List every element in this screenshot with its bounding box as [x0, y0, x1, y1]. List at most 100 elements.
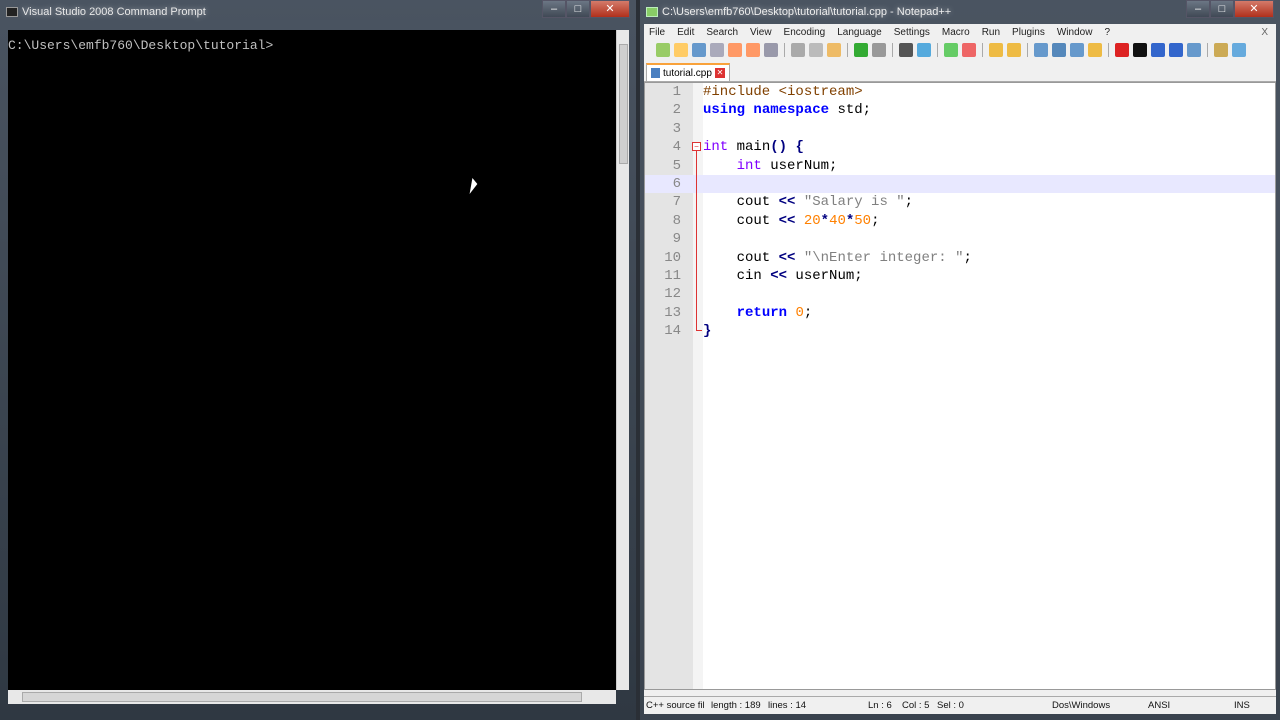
menu-macro[interactable]: Macro [942, 27, 970, 38]
toolbar-button-icon[interactable] [1007, 43, 1021, 57]
tab-tutorial-cpp[interactable]: tutorial.cpp ✕ [646, 63, 730, 81]
code-line[interactable]: 5 int userNum; [645, 157, 1275, 175]
menu-help[interactable]: ? [1104, 27, 1110, 38]
scroll-thumb[interactable] [619, 44, 628, 164]
menu-view[interactable]: View [750, 27, 772, 38]
code-line[interactable]: 7 cout << "Salary is "; [645, 193, 1275, 211]
toolbar-button-icon[interactable] [656, 43, 670, 57]
toolbar-button-icon[interactable] [728, 43, 742, 57]
code-line[interactable]: 9 [645, 230, 1275, 248]
menu-settings[interactable]: Settings [894, 27, 930, 38]
menu-bar: File Edit Search View Encoding Language Settin… [644, 24, 1276, 40]
toolbar-separator [847, 43, 848, 57]
code-line[interactable]: 13 return 0; [645, 304, 1275, 322]
menu-language[interactable]: Language [837, 27, 882, 38]
menu-file[interactable]: File [649, 27, 665, 38]
file-icon [651, 68, 660, 78]
toolbar-button-icon[interactable] [854, 43, 868, 57]
toolbar-button-icon[interactable] [944, 43, 958, 57]
code-text: cout << "Salary is "; [703, 193, 913, 211]
menu-window[interactable]: Window [1057, 27, 1093, 38]
toolbar-button-icon[interactable] [1187, 43, 1201, 57]
toolbar-button-icon[interactable] [917, 43, 931, 57]
code-line[interactable]: 8 cout << 20*40*50; [645, 212, 1275, 230]
code-line[interactable]: 2 using namespace std; [645, 101, 1275, 119]
cmd-title-bar[interactable]: Visual Studio 2008 Command Prompt – □ ✕ [0, 0, 636, 24]
menu-edit[interactable]: Edit [677, 27, 694, 38]
toolbar-button-icon[interactable] [692, 43, 706, 57]
toolbar-button-icon[interactable] [1232, 43, 1246, 57]
code-line[interactable]: 6 [645, 174, 1275, 194]
code-line[interactable]: 10 cout << "\nEnter integer: "; [645, 249, 1275, 267]
line-number: 3 [672, 120, 681, 137]
cmd-title: Visual Studio 2008 Command Prompt [22, 6, 206, 18]
line-number: 12 [664, 286, 681, 303]
toolbar-separator [982, 43, 983, 57]
toolbar-button-icon[interactable] [1133, 43, 1147, 57]
status-ln: Ln : 6 [868, 700, 892, 711]
close-tab-icon[interactable]: ✕ [714, 68, 725, 78]
minimize-button[interactable]: – [1186, 0, 1210, 18]
toolbar-button-icon[interactable] [1088, 43, 1102, 57]
code-text: cout << 20*40*50; [703, 212, 880, 230]
toolbar-button-icon[interactable] [1070, 43, 1084, 57]
toolbar-button-icon[interactable] [1052, 43, 1066, 57]
vertical-scrollbar[interactable] [616, 30, 629, 690]
code-text: int main() { [703, 138, 804, 156]
toolbar-button-icon[interactable] [674, 43, 688, 57]
toolbar-button-icon[interactable] [827, 43, 841, 57]
code-line[interactable]: 3 [645, 120, 1275, 138]
code-line[interactable]: 1 #include <iostream> [645, 83, 1275, 101]
toolbar-button-icon[interactable] [791, 43, 805, 57]
toolbar-button-icon[interactable] [809, 43, 823, 57]
code-token: << [770, 267, 788, 284]
close-button[interactable]: ✕ [590, 0, 630, 18]
toolbar-button-icon[interactable] [710, 43, 724, 57]
toolbar-button-icon[interactable] [1115, 43, 1129, 57]
code-token: userNum; [761, 157, 838, 174]
toolbar-button-icon[interactable] [1034, 43, 1048, 57]
npp-title-bar[interactable]: C:\Users\emfb760\Desktop\tutorial\tutori… [640, 0, 1280, 24]
close-button[interactable]: ✕ [1234, 0, 1274, 18]
menu-search[interactable]: Search [706, 27, 738, 38]
npp-title: C:\Users\emfb760\Desktop\tutorial\tutori… [662, 6, 952, 18]
toolbar-button-icon[interactable] [989, 43, 1003, 57]
fold-collapse-icon[interactable]: − [692, 142, 701, 151]
code-token: main [728, 139, 771, 156]
toolbar-button-icon[interactable] [746, 43, 760, 57]
toolbar-button-icon[interactable] [899, 43, 913, 57]
menu-plugins[interactable]: Plugins [1012, 27, 1045, 38]
code-line[interactable]: 14} [645, 322, 1275, 340]
minimize-button[interactable]: – [542, 0, 566, 18]
code-text: cin << userNum; [703, 267, 863, 285]
code-line[interactable]: 12 [645, 285, 1275, 303]
line-number: 9 [672, 231, 681, 248]
code-token: int [736, 157, 762, 174]
close-document-button[interactable]: X [1261, 27, 1268, 38]
menu-run[interactable]: Run [982, 27, 1000, 38]
menu-encoding[interactable]: Encoding [784, 27, 826, 38]
toolbar-button-icon[interactable] [1169, 43, 1183, 57]
status-bar: C++ source fil length : 189 lines : 14 L… [644, 696, 1276, 714]
toolbar-button-icon[interactable] [962, 43, 976, 57]
toolbar-button-icon[interactable] [1151, 43, 1165, 57]
console-output[interactable]: C:\Users\emfb760\Desktop\tutorial> [8, 30, 616, 690]
scroll-thumb[interactable] [22, 692, 582, 702]
code-token: * [820, 212, 830, 229]
toolbar-button-icon[interactable] [1214, 43, 1228, 57]
horizontal-scrollbar[interactable] [8, 690, 616, 704]
toolbar-separator [892, 43, 893, 57]
toolbar-button-icon[interactable] [764, 43, 778, 57]
maximize-button[interactable]: □ [566, 0, 590, 18]
toolbar-button-icon[interactable] [872, 43, 886, 57]
code-editor[interactable]: 1 #include <iostream> 2 using namespace std… [644, 82, 1276, 690]
code-token: int [703, 139, 729, 156]
maximize-button[interactable]: □ [1210, 0, 1234, 18]
fold-line [696, 151, 697, 331]
code-token: << [778, 194, 796, 211]
code-line[interactable]: 4 int main() { [645, 138, 1275, 156]
code-line[interactable]: 11 cin << userNum; [645, 267, 1275, 285]
line-number: 6 [672, 175, 681, 192]
code-token: userNum; [787, 267, 863, 284]
